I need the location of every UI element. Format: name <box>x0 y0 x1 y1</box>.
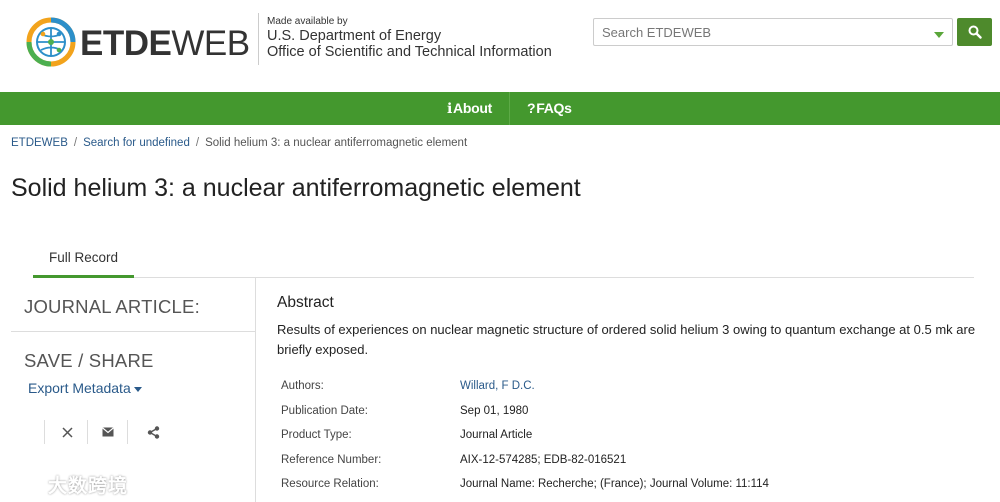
nav-divider <box>509 92 510 125</box>
search-button[interactable] <box>957 18 992 46</box>
breadcrumb-search[interactable]: Search for undefined <box>83 137 190 149</box>
search-box <box>593 18 953 46</box>
metadata-value: Sep 01, 1980 <box>460 405 529 417</box>
watermark-logo-icon <box>9 476 42 492</box>
page-title: Solid helium 3: a nuclear antiferromagne… <box>11 174 581 202</box>
header-divider <box>258 13 259 65</box>
metadata-key: Resource Relation: <box>281 478 379 490</box>
sidebar-divider <box>11 331 255 332</box>
export-metadata-dropdown[interactable]: Export Metadata <box>28 380 142 396</box>
share-divider <box>87 420 88 444</box>
metadata-key: Publication Date: <box>281 405 368 417</box>
breadcrumb-separator: / <box>195 137 200 149</box>
metadata-key: Product Type: <box>281 429 352 441</box>
metadata-key: Authors: <box>281 380 324 392</box>
metadata-value: Journal Name: Recherche; (France); Journ… <box>460 478 769 490</box>
metadata-key: Reference Number: <box>281 454 382 466</box>
search-input[interactable] <box>594 19 914 45</box>
email-icon[interactable] <box>100 424 116 440</box>
nav-about[interactable]: ℹAbout <box>447 92 492 125</box>
search-dropdown-caret-icon[interactable] <box>934 32 944 38</box>
search-icon <box>968 25 982 39</box>
share-divider <box>44 420 45 444</box>
tab-full-record[interactable]: Full Record <box>33 240 134 278</box>
metadata-row: Product Type: Journal Article <box>281 429 981 449</box>
tab-underline <box>134 277 974 278</box>
abstract-heading: Abstract <box>277 294 334 311</box>
breadcrumb-home[interactable]: ETDEWEB <box>11 137 68 149</box>
etdeweb-globe-logo-icon[interactable] <box>26 17 76 67</box>
share-divider <box>127 420 128 444</box>
metadata-value: Journal Article <box>460 429 533 441</box>
made-by-small: Made available by <box>267 16 348 27</box>
breadcrumb-separator: / <box>73 137 78 149</box>
document-type-label: JOURNAL ARTICLE: <box>24 296 200 317</box>
abstract-text: Results of experiences on nuclear magnet… <box>277 322 976 357</box>
breadcrumb-current: Solid helium 3: a nuclear antiferromagne… <box>205 137 468 149</box>
caret-down-icon <box>133 386 142 392</box>
made-available-by: Made available by U.S. Department of Ene… <box>267 16 552 60</box>
main-navbar: ℹAbout ?FAQs <box>0 92 1000 125</box>
share-icon[interactable] <box>145 424 161 440</box>
question-icon: ? <box>527 100 536 116</box>
info-icon: ℹ <box>447 100 453 116</box>
watermark-text: 大数跨境 <box>48 475 129 497</box>
metadata-row: Authors: Willard, F D.C. <box>281 380 981 400</box>
metadata-value: AIX-12-574285; EDB-82-016521 <box>460 454 627 466</box>
metadata-row: Publication Date: Sep 01, 1980 <box>281 405 981 425</box>
export-metadata-label: Export Metadata <box>28 380 131 396</box>
save-share-heading: SAVE / SHARE <box>24 350 154 371</box>
watermark: 大数跨境 <box>8 470 128 498</box>
x-twitter-icon[interactable] <box>59 424 75 440</box>
nav-faqs[interactable]: ?FAQs <box>527 92 572 125</box>
site-header: ETDEWEB Made available by U.S. Departmen… <box>0 0 1000 92</box>
metadata-row: Resource Relation: Journal Name: Recherc… <box>281 478 981 498</box>
doe-name[interactable]: U.S. Department of Energy <box>267 28 552 44</box>
metadata-row: Reference Number: AIX-12-574285; EDB-82-… <box>281 454 981 474</box>
author-link[interactable]: Willard, F D.C. <box>460 380 535 392</box>
site-logo-text[interactable]: ETDEWEB <box>80 24 250 64</box>
osti-name[interactable]: Office of Scientific and Technical Infor… <box>267 44 552 60</box>
breadcrumb: ETDEWEB / Search for undefined / Solid heliu… <box>11 137 467 149</box>
